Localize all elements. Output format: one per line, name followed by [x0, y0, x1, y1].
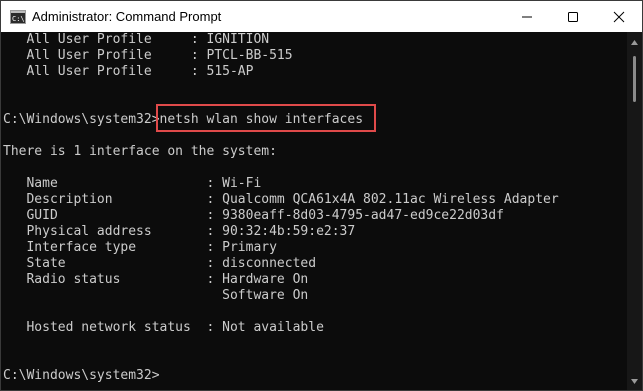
vertical-scrollbar[interactable] — [627, 32, 642, 390]
console-line: Name : Wi-Fi — [3, 176, 262, 191]
console-line: Hosted network status : Not available — [3, 320, 324, 335]
console-line: State : disconnected — [3, 256, 317, 271]
minimize-icon — [522, 16, 532, 17]
window-title: Administrator: Command Prompt — [32, 9, 222, 24]
minimize-button[interactable] — [504, 1, 550, 32]
console-line: All User Profile : IGNITION — [3, 32, 270, 47]
svg-text:C:\: C:\ — [12, 15, 25, 23]
maximize-icon — [568, 11, 578, 22]
scroll-down-icon — [631, 378, 638, 384]
console-line: Physical address : 90:32:4b:59:e2:37 — [3, 224, 356, 239]
console-line: There is 1 interface on the system: — [3, 144, 277, 159]
console-line: All User Profile : PTCL-BB-515 — [3, 48, 293, 63]
console-line: Description : Qualcomm QCA61x4A 802.11ac… — [3, 192, 559, 207]
console-line: All User Profile : 515-AP — [3, 64, 254, 79]
console-output[interactable]: All User Profile : IGNITION All User Pro… — [1, 32, 627, 390]
console-line: Radio status : Hardware On — [3, 272, 309, 287]
maximize-button[interactable] — [550, 1, 596, 32]
prompt-line: C:\Windows\system32> — [3, 368, 160, 383]
cmd-icon: C:\ — [10, 9, 26, 25]
scroll-up-icon — [631, 39, 638, 45]
close-icon — [613, 11, 625, 22]
title-bar[interactable]: C:\ Administrator: Command Prompt — [1, 1, 642, 32]
console-line: Interface type : Primary — [3, 240, 277, 255]
close-button[interactable] — [596, 1, 642, 32]
command-prompt-window: C:\ Administrator: Command Prompt All Us… — [0, 0, 643, 391]
command-highlight-box — [156, 104, 376, 132]
console-line: Software On — [3, 288, 309, 303]
scroll-down-button[interactable] — [627, 374, 642, 388]
scroll-up-button[interactable] — [627, 35, 642, 49]
console-line: GUID : 9380eaff-8d03-4795-ad47-ed9ce22d0… — [3, 208, 504, 223]
scrollbar-thumb[interactable] — [633, 56, 636, 102]
window-controls — [504, 1, 642, 32]
